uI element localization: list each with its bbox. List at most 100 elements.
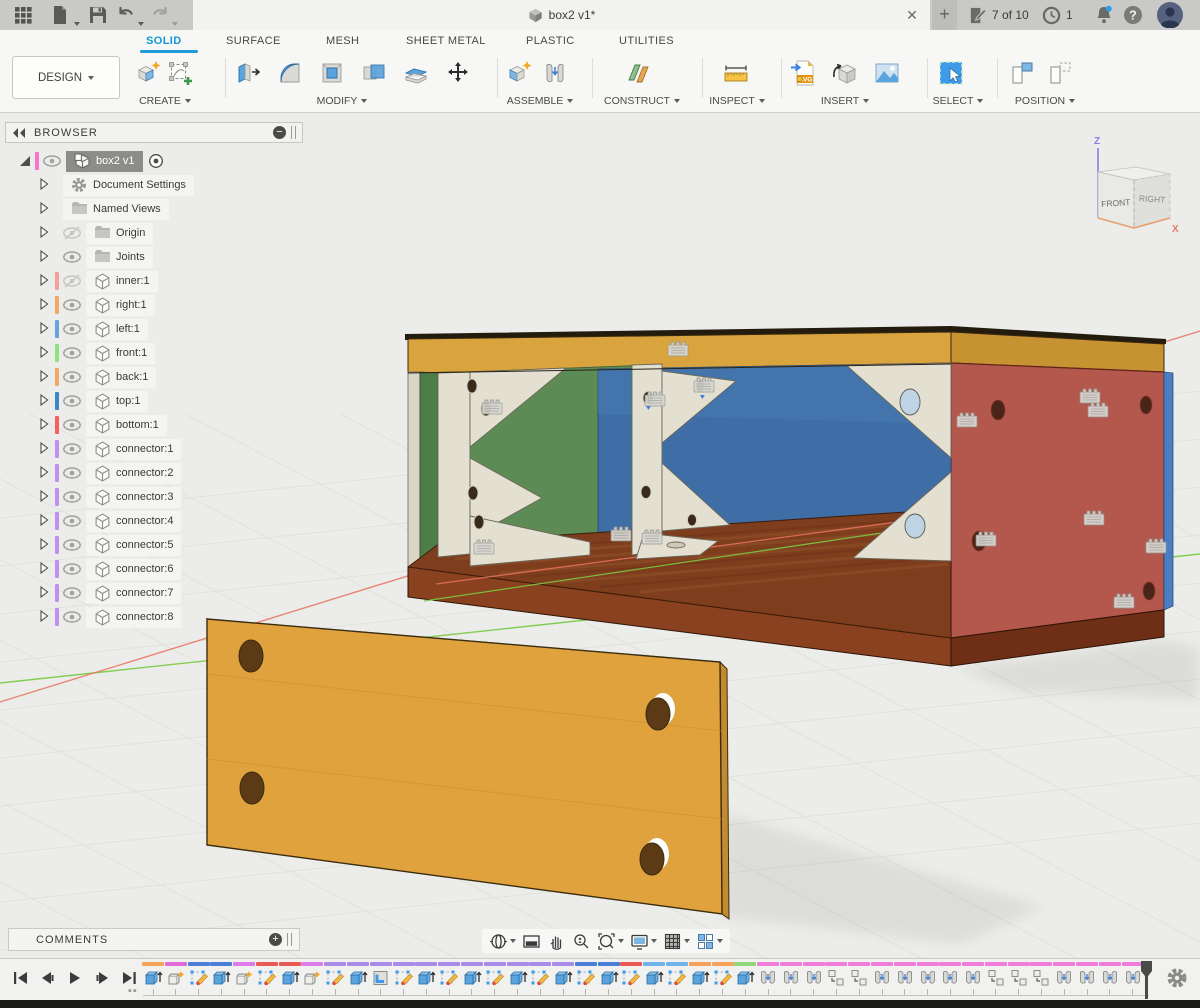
expand-arrow-icon[interactable] (38, 298, 52, 312)
timeline-feature-rigid-group-40[interactable] (1031, 962, 1051, 995)
select-button[interactable] (936, 57, 966, 89)
visibility-eye-icon[interactable] (42, 154, 62, 168)
browser-item-connector-5[interactable]: connector:5 (5, 533, 303, 557)
zoom-icon[interactable] (571, 931, 592, 952)
insert-mesh-button[interactable] (830, 57, 860, 89)
timeline-feature-joint-35[interactable] (918, 962, 938, 995)
timeline-feature-sketch-3[interactable] (189, 962, 209, 995)
select-group-label[interactable]: SELECT (928, 94, 988, 108)
browser-item-right-1[interactable]: right:1 (5, 293, 303, 317)
timeline-feature-sketch-20[interactable] (576, 962, 596, 995)
timeline-feature-extrude-17[interactable] (508, 962, 528, 995)
expand-arrow-icon[interactable] (38, 586, 52, 600)
tab-utilities[interactable]: UTILITIES (619, 35, 674, 53)
timeline-feature-joint-33[interactable] (872, 962, 892, 995)
job-status[interactable]: 1 (1042, 0, 1073, 30)
visibility-eye-icon[interactable] (62, 466, 82, 480)
browser-item-back-1[interactable]: back:1 (5, 365, 303, 389)
viewport-canvas[interactable]: Z FRONT RIGHT X BROWSER − box2 v1Documen… (0, 114, 1200, 958)
press-pull-button[interactable] (233, 57, 263, 89)
browser-header[interactable]: BROWSER − (5, 122, 303, 143)
timeline-feature-extrude-19[interactable] (553, 962, 573, 995)
timeline-feature-sketch-26[interactable] (713, 962, 733, 995)
timeline-feature-shell-11[interactable] (371, 962, 391, 995)
expand-arrow-icon[interactable] (38, 202, 52, 216)
visibility-eye-icon[interactable] (62, 250, 82, 264)
notifications-bell-icon[interactable] (1094, 5, 1114, 25)
timeline-feature-sketch-6[interactable] (257, 962, 277, 995)
browser-item-joints[interactable]: Joints (5, 245, 303, 269)
comments-grip[interactable] (287, 933, 292, 946)
timeline-feature-sketch-18[interactable] (530, 962, 550, 995)
visibility-eye-icon[interactable] (62, 418, 82, 432)
browser-item-box2-v1[interactable]: box2 v1 (5, 149, 303, 173)
go-to-start-button[interactable] (10, 967, 32, 989)
timeline-feature-joint-34[interactable] (895, 962, 915, 995)
step-back-button[interactable] (37, 967, 59, 989)
assemble-group-label[interactable]: ASSEMBLE (504, 94, 576, 108)
expand-arrow-icon[interactable] (38, 442, 52, 456)
browser-minimize-icon[interactable]: − (273, 126, 286, 139)
timeline-feature-extrude-21[interactable] (599, 962, 619, 995)
redo-caret[interactable] (172, 13, 178, 31)
visibility-eye-icon[interactable] (62, 274, 82, 288)
insert-svg-button[interactable]: SVG (788, 57, 818, 89)
visibility-eye-icon[interactable] (62, 538, 82, 552)
document-tab[interactable]: box2 v1* ✕ (193, 0, 930, 30)
tab-mesh[interactable]: MESH (326, 35, 359, 53)
fillet-button[interactable] (275, 57, 305, 89)
expand-arrow-icon[interactable] (38, 538, 52, 552)
visibility-eye-icon[interactable] (62, 442, 82, 456)
orbit-icon[interactable] (488, 931, 517, 952)
create-sketch-button[interactable] (165, 57, 195, 89)
timeline-feature-extrude-25[interactable] (690, 962, 710, 995)
timeline-feature-joint-28[interactable] (758, 962, 778, 995)
expand-arrow-icon[interactable] (38, 178, 52, 192)
view-cube[interactable]: Z FRONT RIGHT X (1082, 132, 1192, 242)
construct-group-label[interactable]: CONSTRUCT (598, 94, 686, 108)
display-settings-icon[interactable] (629, 931, 658, 952)
browser-item-origin[interactable]: Origin (5, 221, 303, 245)
expand-arrow-icon[interactable] (38, 250, 52, 264)
timeline-feature-extrude-1[interactable] (143, 962, 163, 995)
file-menu-icon[interactable] (50, 5, 70, 25)
step-forward-button[interactable] (91, 967, 113, 989)
timeline-feature-joint-43[interactable] (1100, 962, 1120, 995)
tab-close-icon[interactable]: ✕ (904, 7, 920, 23)
inspect-group-label[interactable]: INSPECT (706, 94, 768, 108)
expand-arrow-icon[interactable] (38, 610, 52, 624)
browser-item-connector-8[interactable]: connector:8 (5, 605, 303, 629)
browser-item-left-1[interactable]: left:1 (5, 317, 303, 341)
new-component-button[interactable] (133, 57, 163, 89)
browser-item-connector-7[interactable]: connector:7 (5, 581, 303, 605)
timeline-feature-rigid-group-32[interactable] (849, 962, 869, 995)
timeline-feature-rigid-group-39[interactable] (1009, 962, 1029, 995)
timeline-position-marker[interactable] (1140, 961, 1153, 999)
modify-group-label[interactable]: MODIFY (310, 94, 374, 108)
timeline-settings-gear-icon[interactable] (1166, 967, 1188, 989)
visibility-eye-icon[interactable] (62, 298, 82, 312)
timeline-feature-extrude-4[interactable] (211, 962, 231, 995)
create-group-label[interactable]: CREATE (133, 94, 197, 108)
expand-arrow-icon[interactable] (38, 322, 52, 336)
timeline-feature-sketch-16[interactable] (485, 962, 505, 995)
visibility-eye-icon[interactable] (62, 562, 82, 576)
expand-arrow-icon[interactable] (38, 514, 52, 528)
offset-face-button[interactable] (401, 57, 431, 89)
browser-item-connector-6[interactable]: connector:6 (5, 557, 303, 581)
visibility-eye-icon[interactable] (62, 370, 82, 384)
browser-item-connector-1[interactable]: connector:1 (5, 437, 303, 461)
play-button[interactable] (64, 967, 86, 989)
design-menu-button[interactable]: DESIGN (12, 56, 120, 99)
expand-arrow-icon[interactable] (38, 274, 52, 288)
browser-item-inner-1[interactable]: inner:1 (5, 269, 303, 293)
timeline-feature-extrude-15[interactable] (462, 962, 482, 995)
browser-item-connector-2[interactable]: connector:2 (5, 461, 303, 485)
tab-sheet-metal[interactable]: SHEET METAL (406, 35, 486, 53)
comments-bar[interactable]: COMMENTS + (8, 928, 300, 951)
timeline-feature-sketch-14[interactable] (439, 962, 459, 995)
timeline-feature-extrude-13[interactable] (416, 962, 436, 995)
browser-item-bottom-1[interactable]: bottom:1 (5, 413, 303, 437)
visibility-eye-icon[interactable] (62, 490, 82, 504)
move-copy-button[interactable] (443, 57, 473, 89)
